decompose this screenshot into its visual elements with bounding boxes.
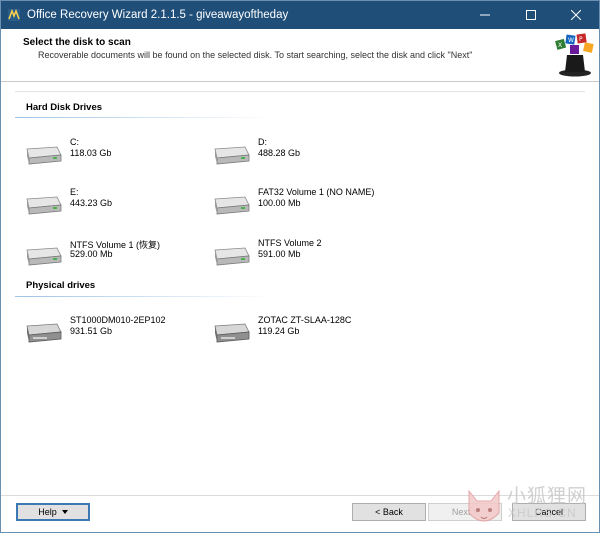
drive-name: E: <box>70 187 79 197</box>
minimize-button[interactable] <box>462 1 508 29</box>
drive-name: FAT32 Volume 1 (NO NAME) <box>258 187 375 197</box>
help-button[interactable]: Help <box>16 503 90 521</box>
maximize-icon <box>526 10 536 20</box>
drive-size: 100.00 Mb <box>258 198 301 208</box>
hard-drive-icon <box>211 141 251 167</box>
hard-drive-icon <box>211 191 251 217</box>
drive-size: 931.51 Gb <box>70 326 113 336</box>
title-bar[interactable]: Office Recovery Wizard 2.1.1.5 - giveawa… <box>1 1 599 29</box>
drive-size: 591.00 Mb <box>258 249 301 259</box>
hard-drive-icon <box>23 141 63 167</box>
section-title-hard-disk: Hard Disk Drives <box>26 102 103 113</box>
drive-list: Hard Disk Drives C: 118.03 Gb D: 488.28 … <box>15 91 585 472</box>
page-subtitle: Recoverable documents will be found on t… <box>38 50 473 60</box>
app-icon[interactable] <box>7 8 21 22</box>
drive-name: ZOTAC ZT-SLAA-128C <box>258 315 352 325</box>
section-divider <box>15 296 273 297</box>
drive-size: 119.24 Gb <box>258 326 300 336</box>
drive-item[interactable]: E: 443.23 Gb <box>23 187 198 223</box>
watermark-subtext: XHLRS.CN <box>508 506 577 520</box>
page-title: Select the disk to scan <box>23 37 131 48</box>
drive-item[interactable]: ZOTAC ZT-SLAA-128C 119.24 Gb <box>211 315 386 351</box>
chevron-down-icon <box>61 510 68 514</box>
svg-text:X: X <box>558 42 562 49</box>
back-button-label: < Back <box>375 507 403 517</box>
drive-size: 118.03 Gb <box>70 148 112 158</box>
window-title: Office Recovery Wizard 2.1.1.5 - giveawa… <box>27 9 289 21</box>
drive-item[interactable]: FAT32 Volume 1 (NO NAME) 100.00 Mb <box>211 187 386 223</box>
back-button[interactable]: < Back <box>352 503 426 521</box>
drive-size: 443.23 Gb <box>70 198 113 208</box>
minimize-icon <box>480 14 490 16</box>
drive-size: 488.28 Gb <box>258 148 301 158</box>
section-title-physical: Physical drives <box>26 280 96 291</box>
close-icon <box>571 10 581 20</box>
app-window: Office Recovery Wizard 2.1.1.5 - giveawa… <box>0 0 600 533</box>
hard-drive-icon <box>23 242 63 268</box>
site-watermark: 小狐狸网 XHLRS.CN <box>463 479 599 532</box>
close-button[interactable] <box>553 1 599 29</box>
drive-name: NTFS Volume 2 <box>258 238 322 248</box>
drive-name: C: <box>70 137 79 147</box>
drive-size: 529.00 Mb <box>70 249 113 259</box>
physical-drive-icon <box>211 319 251 345</box>
svg-text:P: P <box>579 36 583 43</box>
maximize-button[interactable] <box>508 1 554 29</box>
drive-item[interactable]: C: 118.03 Gb <box>23 137 198 173</box>
hard-drive-icon <box>211 242 251 268</box>
drive-item[interactable]: D: 488.28 Gb <box>211 137 386 173</box>
help-button-label: Help <box>38 507 57 517</box>
drive-item[interactable]: NTFS Volume 2 591.00 Mb <box>211 238 386 274</box>
section-divider <box>15 117 273 118</box>
drive-item[interactable]: NTFS Volume 1 (恢复) 529.00 Mb <box>23 238 198 274</box>
drive-name: ST1000DM010-2EP102 <box>70 315 166 325</box>
svg-text:W: W <box>568 37 574 44</box>
watermark-text: 小狐狸网 <box>507 486 588 507</box>
wizard-header: Select the disk to scan Recoverable docu… <box>1 29 599 82</box>
drive-name: D: <box>258 137 267 147</box>
drive-item[interactable]: ST1000DM010-2EP102 931.51 Gb <box>23 315 198 351</box>
fox-logo-icon <box>468 489 500 522</box>
wizard-hat-logo: X W P <box>553 31 595 77</box>
physical-drive-icon <box>23 319 63 345</box>
hard-drive-icon <box>23 191 63 217</box>
